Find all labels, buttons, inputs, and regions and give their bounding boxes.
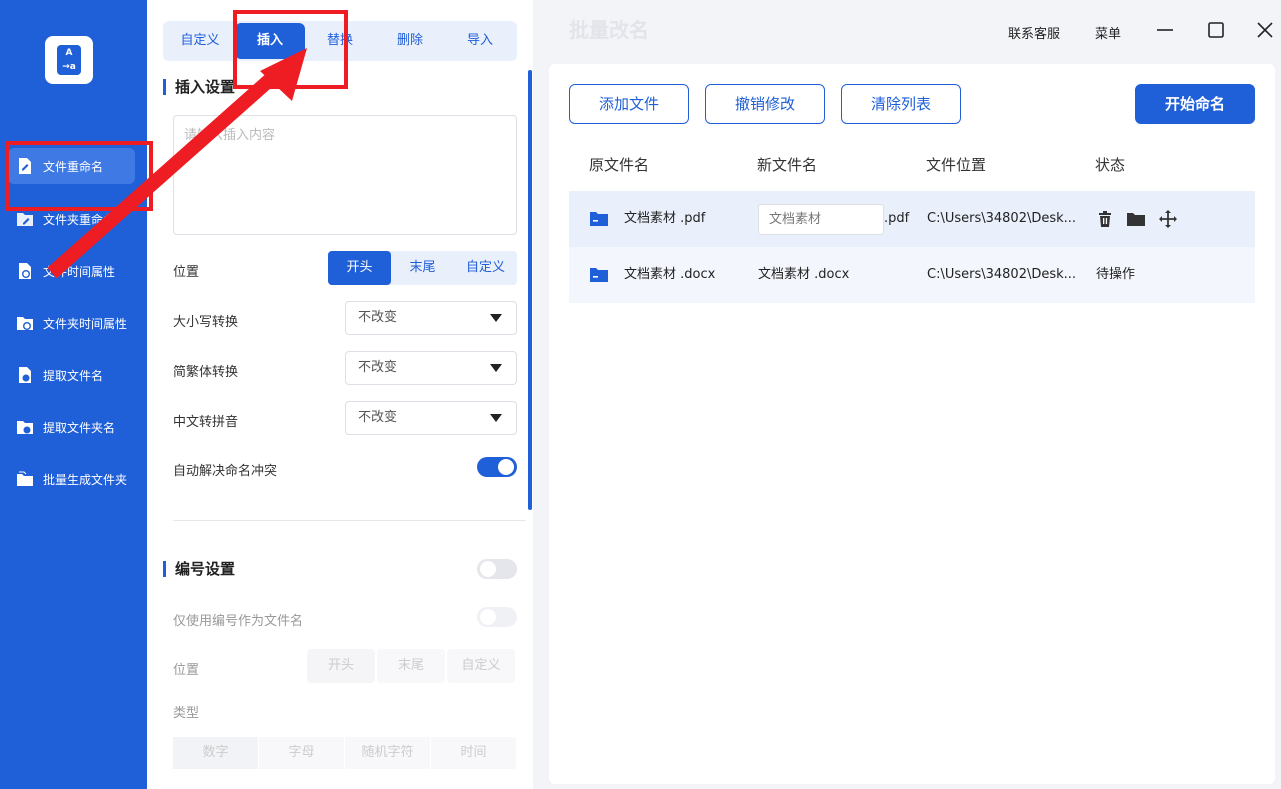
original-filename: 文档素材 .docx (624, 267, 716, 282)
position-selector: 开头 末尾 自定义 (328, 251, 517, 285)
folder-clock-icon (16, 314, 34, 332)
contact-support-link[interactable]: 联系客服 (1008, 23, 1060, 42)
case-select-value: 不改变 (358, 310, 398, 325)
tab-import[interactable]: 导入 (445, 23, 515, 59)
numbering-toggle[interactable] (477, 559, 517, 579)
minimize-icon[interactable] (1153, 18, 1177, 42)
pinyin-select[interactable]: 不改变 (345, 401, 517, 435)
column-header-status: 状态 (1095, 156, 1126, 174)
settings-scrollbar[interactable] (528, 70, 532, 510)
clear-list-button[interactable]: 清除列表 (841, 84, 961, 124)
type-label: 类型 (173, 706, 200, 721)
app-title: 批量改名 (569, 18, 649, 42)
table-row[interactable]: 文档素材 .docx 文档素材 .docx C:\Users\34802\Des… (569, 247, 1255, 303)
case-label: 大小写转换 (173, 315, 239, 330)
num-position-custom-option[interactable]: 自定义 (447, 649, 515, 683)
position-custom-option[interactable]: 自定义 (454, 251, 517, 285)
sidebar-item-folder-time[interactable]: 文件夹时间属性 (8, 305, 135, 341)
case-select[interactable]: 不改变 (345, 301, 517, 335)
undo-changes-button[interactable]: 撤销修改 (705, 84, 825, 124)
insert-content-input[interactable] (173, 115, 517, 235)
settings-panel: 自定义 插入 替换 删除 导入 插入设置 位置 开头 末尾 自定义 大小写转换 … (147, 0, 533, 789)
caret-down-icon (490, 364, 502, 372)
open-folder-icon[interactable] (1127, 210, 1145, 228)
status-text: 待操作 (1096, 267, 1136, 282)
translate-icon: A →a (57, 45, 81, 75)
sidebar-item-batch-folders[interactable]: 批量生成文件夹 (8, 461, 135, 497)
sidebar-item-extract-filename[interactable]: 提取文件名 (8, 357, 135, 393)
tab-delete[interactable]: 删除 (375, 23, 445, 59)
annotation-box-file-rename (5, 141, 153, 211)
num-position-end-option[interactable]: 末尾 (377, 649, 445, 683)
original-filename: 文档素材 .pdf (624, 211, 706, 226)
num-position-label: 位置 (173, 663, 200, 678)
trad-simp-label: 简繁体转换 (173, 365, 239, 380)
conflict-toggle[interactable] (477, 457, 517, 477)
numbering-only-label: 仅使用编号作为文件名 (173, 614, 304, 629)
sidebar-item-label: 批量生成文件夹 (43, 472, 128, 487)
sidebar: A →a 文件重命名 文件夹重命名 文件时间属性 文件夹时间属性 提取文件名 提… (0, 0, 147, 789)
annotation-box-insert-tab (233, 10, 348, 89)
type-letter-option[interactable]: 字母 (259, 737, 344, 769)
column-header-original: 原文件名 (589, 156, 650, 174)
position-start-option[interactable]: 开头 (328, 251, 391, 285)
trash-icon[interactable] (1096, 210, 1114, 228)
type-random-option[interactable]: 随机字符 (345, 737, 430, 769)
new-filename-input[interactable]: 文档素材 (758, 204, 884, 235)
file-location: C:\Users\34802\Desk... (927, 211, 1077, 226)
folder-icon (590, 267, 608, 282)
app-logo: A →a (45, 36, 93, 84)
start-rename-button[interactable]: 开始命名 (1135, 84, 1255, 124)
type-time-option[interactable]: 时间 (431, 737, 516, 769)
menu-link[interactable]: 菜单 (1095, 23, 1121, 42)
new-filename-ext: .pdf (884, 211, 910, 226)
numbering-settings-title: 编号设置 (163, 561, 235, 577)
pinyin-label: 中文转拼音 (173, 415, 239, 430)
sidebar-item-extract-foldername[interactable]: 提取文件夹名 (8, 409, 135, 445)
folder-icon (590, 211, 608, 226)
insert-settings-title: 插入设置 (163, 79, 235, 95)
sidebar-item-label: 文件夹时间属性 (43, 316, 128, 331)
folder-extract-icon (16, 418, 34, 436)
trad-simp-select[interactable]: 不改变 (345, 351, 517, 385)
maximize-icon[interactable] (1204, 18, 1228, 42)
file-location: C:\Users\34802\Desk... (927, 267, 1077, 282)
file-clock-icon (16, 262, 34, 280)
num-position-start-option[interactable]: 开头 (307, 649, 375, 683)
sidebar-item-label: 提取文件夹名 (43, 420, 116, 435)
position-label: 位置 (173, 265, 200, 280)
table-row[interactable]: 文档素材 .pdf 文档素材 .pdf C:\Users\34802\Desk.… (569, 191, 1255, 247)
sidebar-item-label: 文件时间属性 (43, 264, 116, 279)
position-end-option[interactable]: 末尾 (391, 251, 454, 285)
folders-icon (16, 470, 34, 488)
toggle-knob (480, 561, 496, 577)
move-icon[interactable] (1159, 210, 1177, 228)
type-selector: 数字 字母 随机字符 时间 (173, 737, 517, 769)
column-header-location: 文件位置 (926, 156, 987, 174)
folder-edit-icon (16, 210, 34, 228)
pinyin-select-value: 不改变 (358, 410, 398, 425)
caret-down-icon (490, 314, 502, 322)
sidebar-item-file-time[interactable]: 文件时间属性 (8, 253, 135, 289)
close-icon[interactable] (1253, 18, 1277, 42)
file-extract-icon (16, 366, 34, 384)
add-files-button[interactable]: 添加文件 (569, 84, 689, 124)
new-filename: 文档素材 .docx (758, 267, 850, 282)
file-list-panel: 添加文件 撤销修改 清除列表 开始命名 原文件名 新文件名 文件位置 状态 文档… (549, 64, 1275, 784)
column-header-new: 新文件名 (757, 156, 818, 174)
num-position-selector: 开头 末尾 自定义 (307, 649, 517, 683)
toggle-knob (480, 609, 496, 625)
toggle-knob (498, 459, 514, 475)
type-number-option[interactable]: 数字 (173, 737, 258, 769)
caret-down-icon (490, 414, 502, 422)
sidebar-item-label: 提取文件名 (43, 368, 104, 383)
tab-custom[interactable]: 自定义 (165, 23, 235, 59)
sidebar-item-label: 文件夹重命名 (43, 212, 116, 227)
window-header: 批量改名 联系客服 菜单 (533, 0, 1281, 62)
conflict-label: 自动解决命名冲突 (173, 464, 278, 479)
section-divider (173, 520, 526, 521)
trad-simp-select-value: 不改变 (358, 360, 398, 375)
numbering-only-toggle[interactable] (477, 607, 517, 627)
